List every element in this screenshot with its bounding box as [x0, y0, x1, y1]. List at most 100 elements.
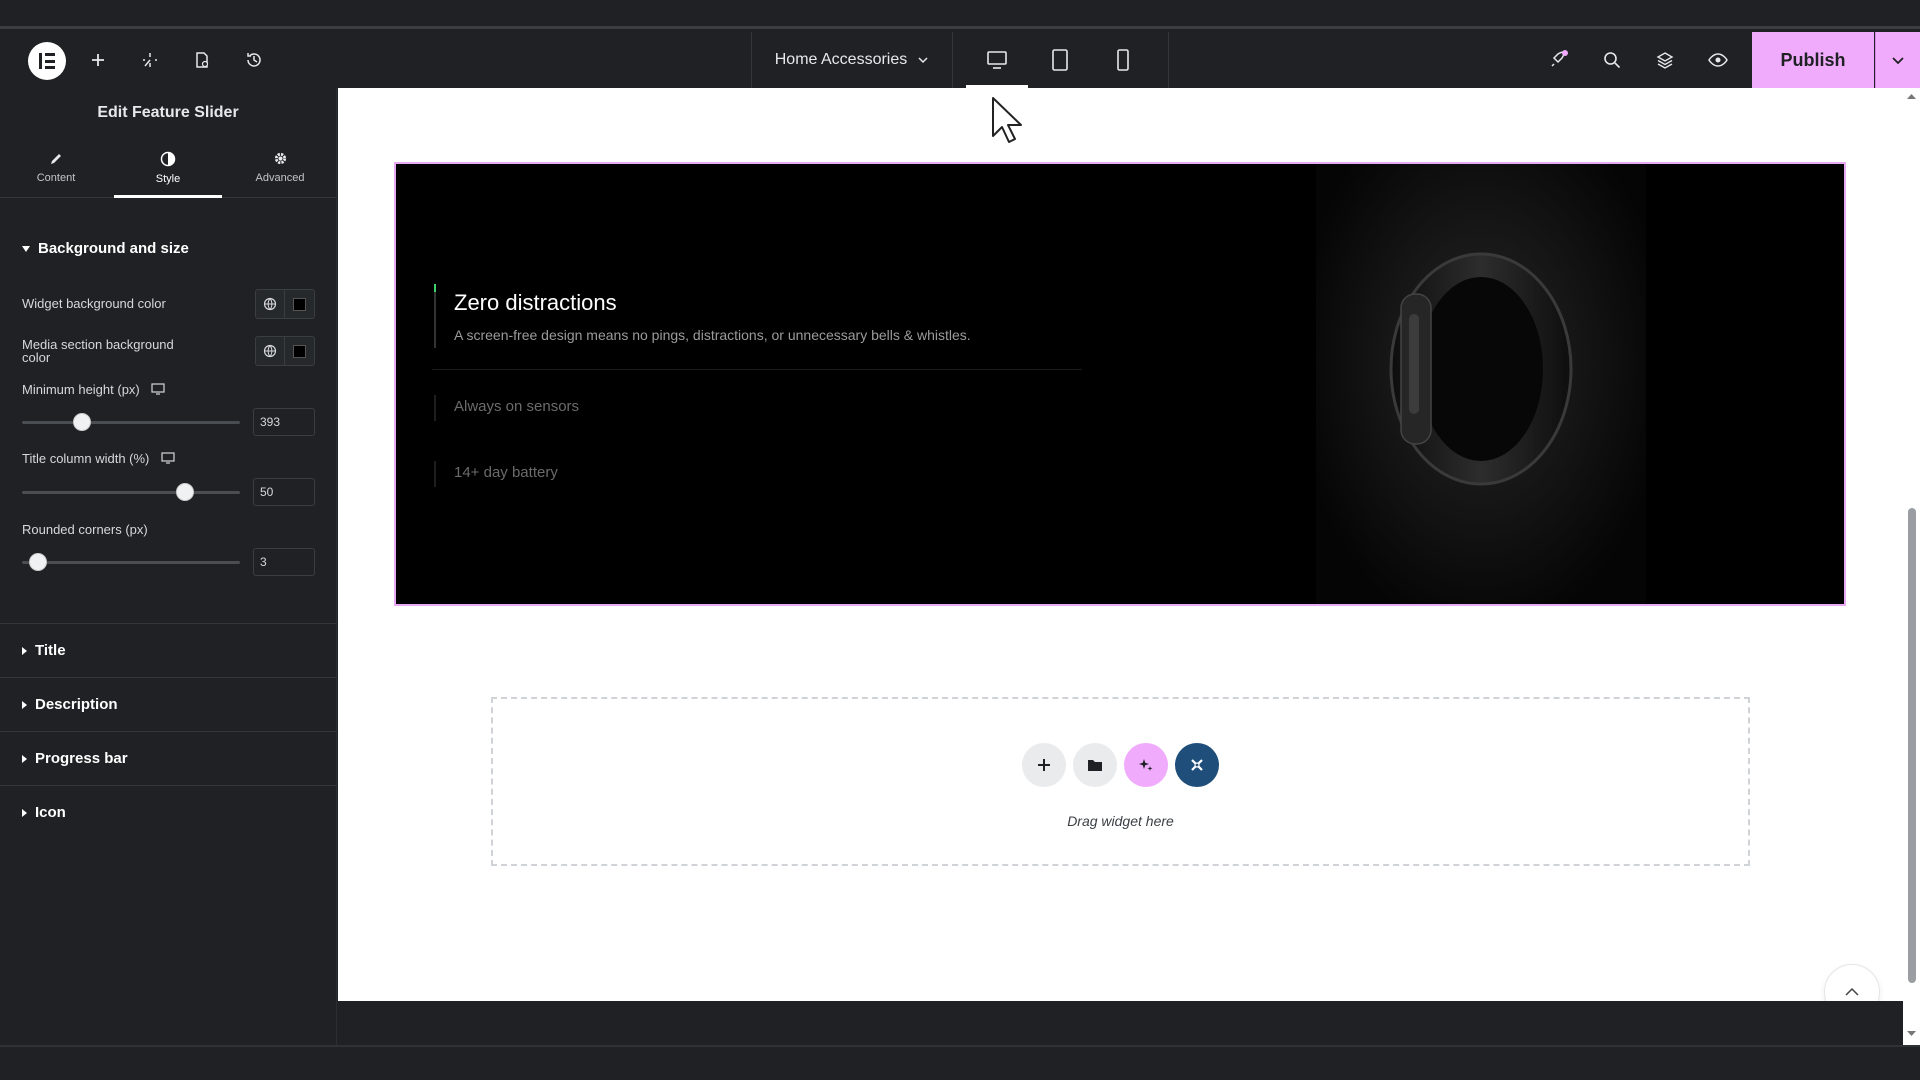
canvas-scrollbar[interactable]: [1903, 88, 1920, 1045]
section-icon[interactable]: Icon: [22, 804, 66, 821]
page-selector[interactable]: Home Accessories: [752, 32, 952, 88]
caret-down-icon: [22, 245, 30, 252]
title-width-input[interactable]: 50: [253, 478, 315, 506]
media-bg-label-line2: color: [22, 350, 51, 365]
page-settings-button[interactable]: [184, 32, 220, 88]
rounded-corners-slider-handle[interactable]: [29, 553, 47, 571]
plus-icon: [1038, 759, 1050, 771]
feature-slider-widget[interactable]: Zero distractions A screen-free design m…: [394, 162, 1846, 606]
history-button[interactable]: [236, 32, 272, 88]
global-colors-button[interactable]: [255, 289, 285, 319]
history-icon: [247, 53, 261, 67]
browser-top-strip: [0, 0, 1920, 29]
title-width-slider[interactable]: [22, 491, 240, 494]
title-width-label-text: Title column width (%): [22, 451, 150, 466]
publish-button[interactable]: Publish: [1752, 32, 1874, 88]
folder-icon: [1088, 760, 1102, 771]
publish-options-button[interactable]: [1875, 32, 1920, 88]
rounded-corners-slider[interactable]: [22, 561, 240, 564]
sparkle-nodes-icon: [143, 53, 157, 67]
editor-screen: { "topbar": { "page_name": "Home Accesso…: [0, 0, 1920, 1080]
desktop-icon: [151, 383, 165, 395]
pointer-cursor-icon: [992, 97, 1022, 143]
pencil-icon: [51, 153, 61, 164]
section-background-and-size[interactable]: Background and size: [22, 240, 189, 257]
add-section-button[interactable]: [1022, 743, 1066, 787]
half-circle-icon: [160, 151, 176, 166]
search-button[interactable]: [1594, 32, 1630, 88]
section-label: Title: [35, 642, 66, 659]
rocket-icon: [1551, 50, 1568, 67]
elementor-logo-button[interactable]: [28, 42, 66, 80]
progress-track: [434, 395, 436, 421]
tab-content[interactable]: Content: [0, 138, 112, 197]
caret-right-icon: [22, 646, 27, 655]
section-label: Progress bar: [35, 750, 128, 767]
section-description[interactable]: Description: [22, 696, 118, 713]
progress-track: [434, 284, 436, 348]
desktop-view-button[interactable]: [966, 32, 1028, 88]
section-progress-bar[interactable]: Progress bar: [22, 750, 128, 767]
mobile-view-button[interactable]: [1092, 32, 1154, 88]
progress-track: [434, 461, 436, 487]
gear-icon: [274, 152, 286, 165]
eye-icon: [1708, 53, 1728, 67]
media-bg-color-swatch[interactable]: [285, 336, 315, 366]
section-label: Description: [35, 696, 118, 713]
search-icon: [1604, 52, 1621, 69]
preview-canvas: Zero distractions A screen-free design m…: [338, 88, 1903, 1001]
progress-bar-fill: [434, 284, 436, 292]
section-divider: [0, 623, 337, 624]
panel-tabs: Content Style Advanced: [0, 138, 336, 198]
media-section: [1316, 164, 1646, 604]
elementor-logo-icon: [39, 53, 55, 69]
rounded-corners-label: Rounded corners (px): [22, 522, 148, 537]
structure-button[interactable]: [1647, 32, 1683, 88]
section-divider: [0, 677, 337, 678]
globe-icon: [263, 297, 277, 311]
global-colors-button[interactable]: [255, 336, 285, 366]
section-title[interactable]: Title: [22, 642, 66, 659]
chevron-down-icon: [918, 57, 928, 64]
feature-divider: [432, 369, 1082, 370]
notifications-button[interactable]: [1540, 32, 1576, 88]
color-swatch: [293, 344, 306, 358]
site-settings-button[interactable]: [132, 32, 168, 88]
caret-right-icon: [22, 754, 27, 763]
top-bar-divider: [1168, 32, 1169, 88]
add-template-button[interactable]: [1073, 743, 1117, 787]
section-divider: [0, 785, 337, 786]
smart-band-image: [1389, 252, 1573, 486]
section-label: Background and size: [38, 240, 189, 257]
title-width-slider-handle[interactable]: [176, 483, 194, 501]
sparkle-icon: [1139, 759, 1153, 771]
preview-button[interactable]: [1700, 32, 1736, 88]
min-height-label-text: Minimum height (px): [22, 382, 140, 397]
widget-bg-label: Widget background color: [22, 296, 166, 311]
desktop-icon: [987, 51, 1007, 69]
tab-content-label: Content: [36, 171, 76, 184]
add-element-button[interactable]: [80, 32, 116, 88]
tablet-icon: [1052, 49, 1068, 71]
tablet-view-button[interactable]: [1029, 32, 1091, 88]
min-height-input[interactable]: 393: [253, 408, 315, 436]
min-height-slider[interactable]: [22, 421, 240, 424]
ai-build-button[interactable]: [1124, 743, 1168, 787]
rounded-corners-input[interactable]: 3: [253, 548, 315, 576]
color-swatch: [293, 297, 306, 311]
crossed-tools-icon: [1191, 759, 1203, 771]
empty-section-dropzone[interactable]: Drag widget here: [491, 697, 1750, 866]
page-name: Home Accessories: [774, 51, 908, 68]
tab-advanced[interactable]: Advanced: [224, 138, 336, 197]
tab-style[interactable]: Style: [112, 138, 224, 198]
widget-bg-color-swatch[interactable]: [285, 289, 315, 319]
panel-title: Edit Feature Slider: [97, 104, 239, 121]
scroll-down-arrow-icon: [1907, 1031, 1916, 1036]
scroll-to-top-button[interactable]: [1824, 964, 1880, 1001]
top-bar-divider: [952, 32, 953, 88]
desktop-icon: [161, 452, 175, 464]
kit-library-button[interactable]: [1175, 743, 1219, 787]
scrollbar-thumb[interactable]: [1908, 508, 1916, 983]
min-height-slider-handle[interactable]: [73, 413, 91, 431]
section-divider: [0, 731, 337, 732]
